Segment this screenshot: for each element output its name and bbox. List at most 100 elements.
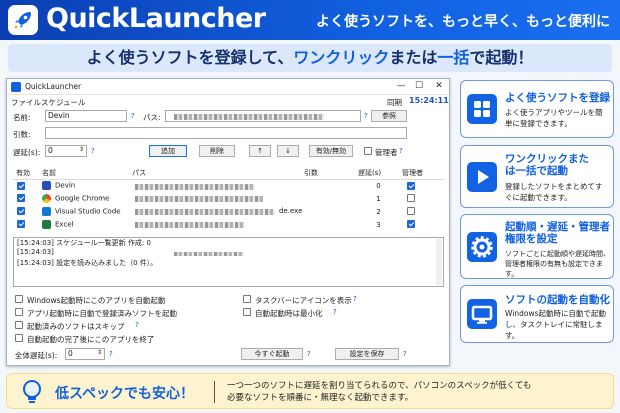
footer-desc-line: 必要なソフトを順番に・無理なく起動できます。 <box>227 393 414 403</box>
app-icon <box>11 82 21 92</box>
card-title: 起動順・遅延・管理者権限を設定 <box>505 221 610 245</box>
minimize-checkbox[interactable] <box>243 308 251 316</box>
row-enabled-checkbox[interactable] <box>17 220 25 228</box>
col-delay[interactable]: 遅延(s) <box>355 167 399 180</box>
spinner-arrows-icon[interactable]: ⇕ <box>79 146 84 153</box>
global-delay-spinner[interactable]: 0 ⇕ <box>65 348 105 360</box>
args-label: 引数: <box>13 130 31 139</box>
add-button[interactable]: 追加 <box>149 145 187 157</box>
table-header: 有効 名前 パス 引数 遅延(s) 管理者 <box>13 167 444 180</box>
lightbulb-icon <box>21 379 43 405</box>
row-delay: 1 <box>376 194 381 203</box>
path-label: パス: <box>143 113 161 122</box>
log-line-timestamp: [15:24:03] <box>17 248 54 256</box>
col-args[interactable]: 引数 <box>301 167 355 180</box>
card-title: ワンクリックまたは一括で起動 <box>505 153 589 177</box>
name-value: Devin <box>48 111 70 120</box>
spinner-arrows-icon[interactable]: ⇕ <box>97 349 102 356</box>
global-delay-label: 全体遅延(s): <box>15 351 58 360</box>
card-desc: Windows起動時に自動で起動し、タスクトレイに常駐します。 <box>505 309 606 340</box>
col-name[interactable]: 名前 <box>39 167 129 180</box>
admin-checkbox[interactable] <box>364 147 372 155</box>
col-enabled[interactable]: 有効 <box>13 167 39 180</box>
header-tagline: よく使うソフトを、もっと早く、もっと便利に <box>316 14 610 30</box>
delay-spinner[interactable]: 0 ⇕ <box>45 145 87 157</box>
row-name: Excel <box>55 220 74 229</box>
table-row[interactable]: Google Chrome 1 <box>13 192 444 205</box>
minimize-button[interactable]: — <box>391 81 411 91</box>
move-down-button[interactable]: ↓ <box>277 145 299 157</box>
row-admin-checkbox[interactable] <box>407 181 415 190</box>
gear-icon <box>467 232 497 262</box>
col-path[interactable]: パス <box>129 167 301 180</box>
table-row[interactable]: Excel 3 <box>13 218 444 231</box>
row-path-redacted <box>135 196 263 202</box>
grid-icon <box>467 94 497 124</box>
save-settings-button[interactable]: 設定を保存 <box>335 348 399 360</box>
app-title: QuickLauncher <box>46 3 266 34</box>
maximize-button[interactable]: ☐ <box>409 81 429 91</box>
args-field[interactable] <box>45 127 407 139</box>
global-delay-value: 0 <box>68 349 73 358</box>
feature-banner: よく使うソフトを登録して、ワンクリックまたは一括で起動！ <box>8 44 612 72</box>
menu-bar: ファイル スケジュール 同期 15:24:11 <box>7 95 449 107</box>
move-up-button[interactable]: ↑ <box>249 145 271 157</box>
skip-running-checkbox[interactable] <box>15 321 23 329</box>
footer-headline: 低スペックでも安心！ <box>55 386 195 402</box>
help-icon[interactable]: ? <box>364 112 368 120</box>
table-row[interactable]: Visual Studio Code de.exe 2 <box>13 205 444 218</box>
tray-icon-checkbox[interactable] <box>243 295 251 303</box>
row-path-redacted <box>135 183 255 190</box>
log-redacted <box>174 252 244 256</box>
sync-label[interactable]: 同期 <box>387 97 402 108</box>
row-admin-checkbox[interactable] <box>407 207 415 215</box>
help-icon[interactable]: ? <box>353 295 357 303</box>
launch-now-button[interactable]: 今すぐ起動 <box>241 348 303 360</box>
delay-label: 遅延(s): <box>13 148 41 157</box>
close-button[interactable]: ✕ <box>429 81 449 91</box>
log-line: [15:24:03] スケジュール一覧更新 作成: 0 <box>17 239 151 247</box>
col-admin[interactable]: 管理者 <box>399 167 444 180</box>
help-icon[interactable]: ? <box>403 350 407 358</box>
banner-text: または <box>389 48 438 67</box>
help-icon[interactable]: ? <box>109 350 113 358</box>
help-icon[interactable]: ? <box>131 112 135 120</box>
exit-after-checkbox[interactable] <box>15 334 23 342</box>
auto-launch-checkbox[interactable] <box>15 308 23 316</box>
row-args <box>301 205 355 218</box>
toggle-enabled-button[interactable]: 有効/無効 <box>309 145 353 157</box>
exit-after-label: 自動起動の完了後にこのアプリを終了 <box>27 335 155 344</box>
log-line: [15:24:03] 設定を読み込みました（0 件）。 <box>17 259 158 267</box>
feature-card-launch: ワンクリックまたは一括で起動 登録したソフトをまとめてすぐに起動できます。 <box>460 145 614 208</box>
autostart-label: Windows起動時にこのアプリを自動起動 <box>27 296 166 305</box>
row-args <box>301 179 355 192</box>
help-icon[interactable]: ? <box>307 350 311 358</box>
menu-schedule[interactable]: スケジュール <box>41 97 85 108</box>
help-icon[interactable]: ? <box>399 147 403 155</box>
row-enabled-checkbox[interactable] <box>17 181 25 190</box>
header: QuickLauncher よく使うソフトを、もっと早く、もっと便利に <box>0 0 620 40</box>
browse-button[interactable]: 参照 <box>371 110 407 122</box>
log-scrollbar[interactable] <box>436 239 442 285</box>
log-output[interactable]: [15:24:03] スケジュール一覧更新 作成: 0 [15:24:03] [… <box>13 237 444 287</box>
help-icon[interactable]: ? <box>333 308 337 316</box>
app-table: 有効 名前 パス 引数 遅延(s) 管理者 Devin 0 Google Chr… <box>13 167 444 231</box>
row-delay: 2 <box>376 207 381 216</box>
row-admin-checkbox[interactable] <box>407 194 415 202</box>
row-enabled-checkbox[interactable] <box>17 194 25 202</box>
autostart-checkbox[interactable] <box>15 295 23 303</box>
skip-running-label: 起動済みのソフトはスキップ <box>27 322 125 331</box>
menu-file[interactable]: ファイル <box>11 97 41 108</box>
help-icon[interactable]: ? <box>91 147 95 155</box>
path-field[interactable] <box>165 110 361 122</box>
row-name: Visual Studio Code <box>55 207 121 216</box>
delete-button[interactable]: 削除 <box>199 145 235 157</box>
row-enabled-checkbox[interactable] <box>17 207 25 215</box>
row-admin-checkbox[interactable] <box>407 220 415 228</box>
table-row[interactable]: Devin 0 <box>13 179 444 192</box>
feature-card-register: よく使うソフトを登録 よく使うアプリやツールを簡単に登録できます。 <box>460 80 614 138</box>
help-icon[interactable]: ? <box>135 321 139 329</box>
name-field[interactable]: Devin <box>45 110 127 122</box>
excel-icon <box>42 220 51 229</box>
name-label: 名前: <box>13 113 31 122</box>
